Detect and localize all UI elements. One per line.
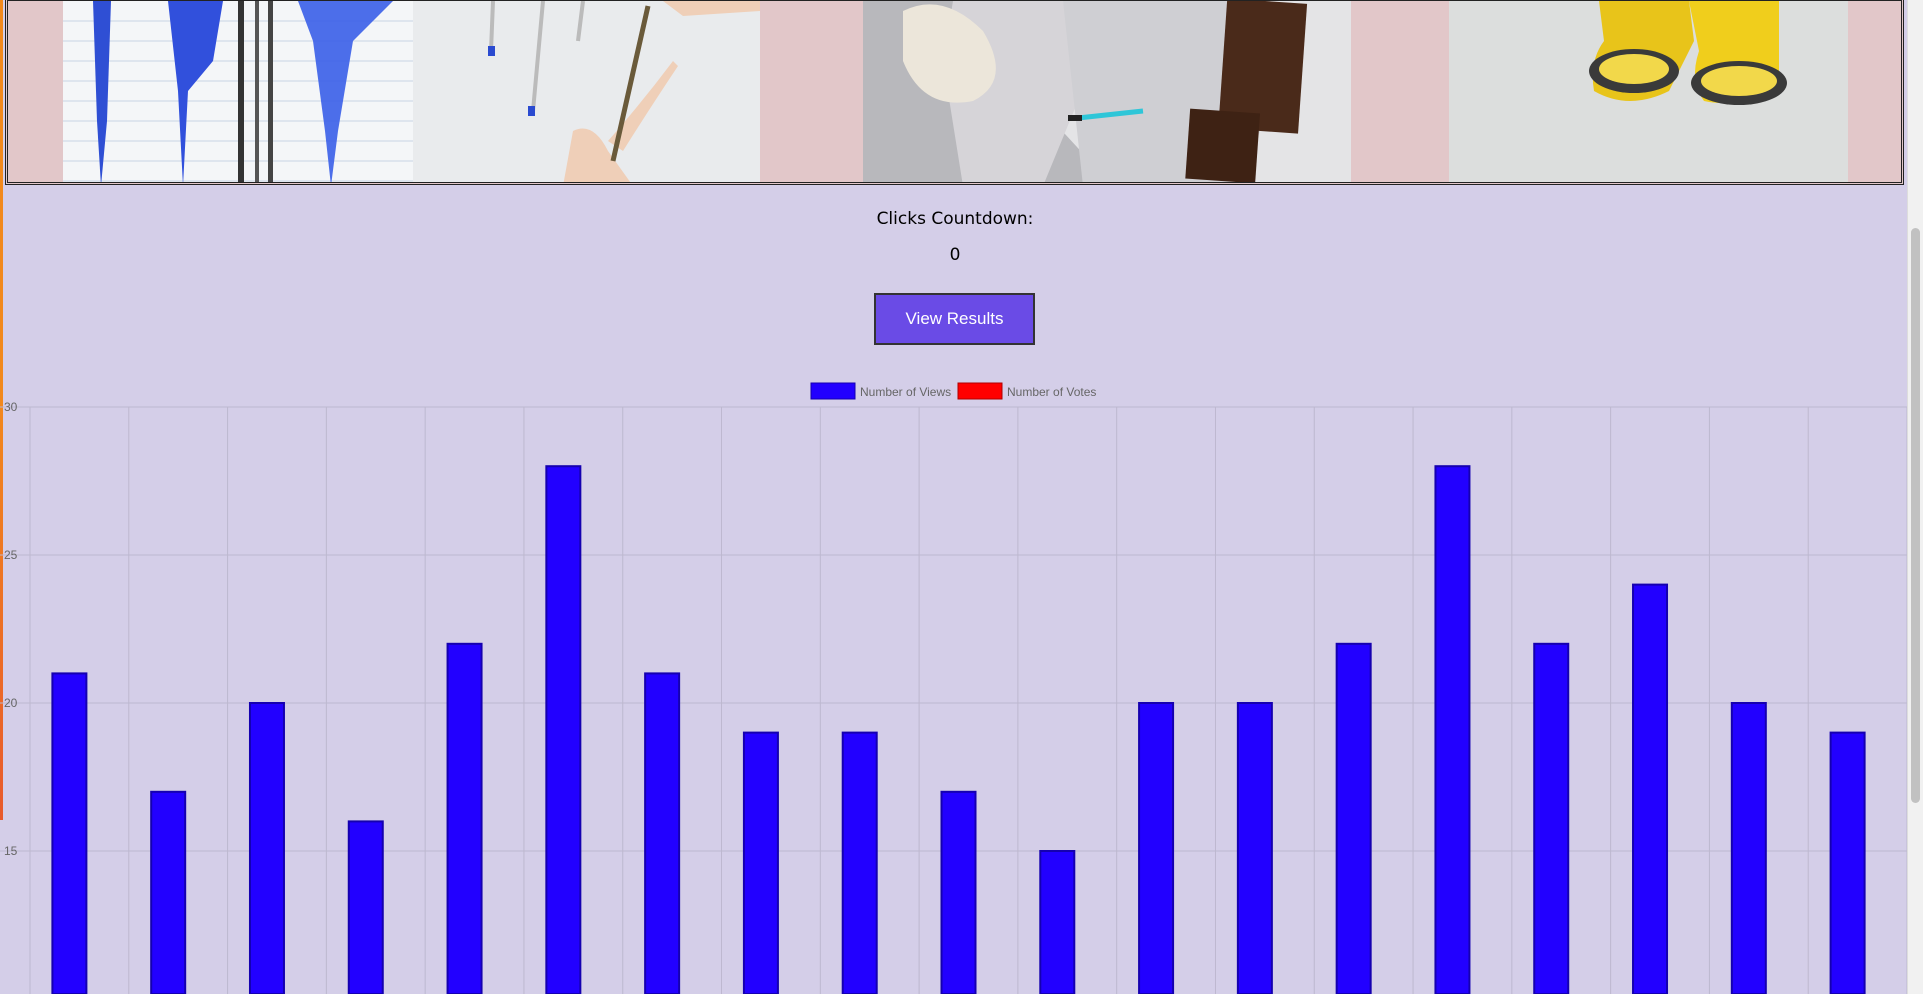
boots-image[interactable] <box>1449 1 1848 182</box>
bar-views[interactable] <box>1632 583 1669 994</box>
bar-views[interactable] <box>1236 702 1273 994</box>
bar-views[interactable] <box>1533 642 1570 994</box>
legend-label[interactable]: Number of Votes <box>1007 385 1096 399</box>
product-image-gallery <box>5 0 1904 185</box>
bar-views[interactable] <box>347 820 384 994</box>
bar-views[interactable] <box>940 790 977 994</box>
bar-chart-svg: 30 25 20 15 Number of Views Number of Votes <box>0 382 1908 994</box>
clicks-countdown-label: Clicks Countdown: <box>876 209 1034 229</box>
bar-views[interactable] <box>248 702 285 994</box>
y-tick-label: 15 <box>4 844 18 858</box>
y-tick-label: 30 <box>4 400 18 414</box>
clicks-countdown-value: 0 <box>949 245 961 265</box>
results-chart: 30 25 20 15 Number of Views Number of Votes <box>0 370 1910 994</box>
legend-swatch[interactable] <box>957 382 1003 400</box>
scrollbar-thumb[interactable] <box>1911 228 1920 803</box>
view-results-button[interactable]: View Results <box>874 293 1035 345</box>
vertical-scrollbar[interactable] <box>1907 0 1923 994</box>
bar-views[interactable] <box>545 465 582 994</box>
bar-views[interactable] <box>1335 642 1372 994</box>
bar-views[interactable] <box>742 731 779 994</box>
bar-views[interactable] <box>1138 702 1175 994</box>
bar-views[interactable] <box>1039 850 1076 994</box>
legend-swatch[interactable] <box>810 382 856 400</box>
pen-image[interactable] <box>63 1 760 182</box>
bar-views[interactable] <box>1434 465 1471 994</box>
y-tick-label: 25 <box>4 548 18 562</box>
legend-label[interactable]: Number of Views <box>860 385 951 399</box>
bar-views[interactable] <box>1730 702 1767 994</box>
bar-views[interactable] <box>51 672 88 994</box>
bar-views[interactable] <box>644 672 681 994</box>
bar-views[interactable] <box>446 642 483 994</box>
y-tick-label: 20 <box>4 696 18 710</box>
robe-image[interactable] <box>863 1 1351 182</box>
bar-views[interactable] <box>841 731 878 994</box>
bar-views[interactable] <box>1829 731 1866 994</box>
bar-views[interactable] <box>150 790 187 994</box>
